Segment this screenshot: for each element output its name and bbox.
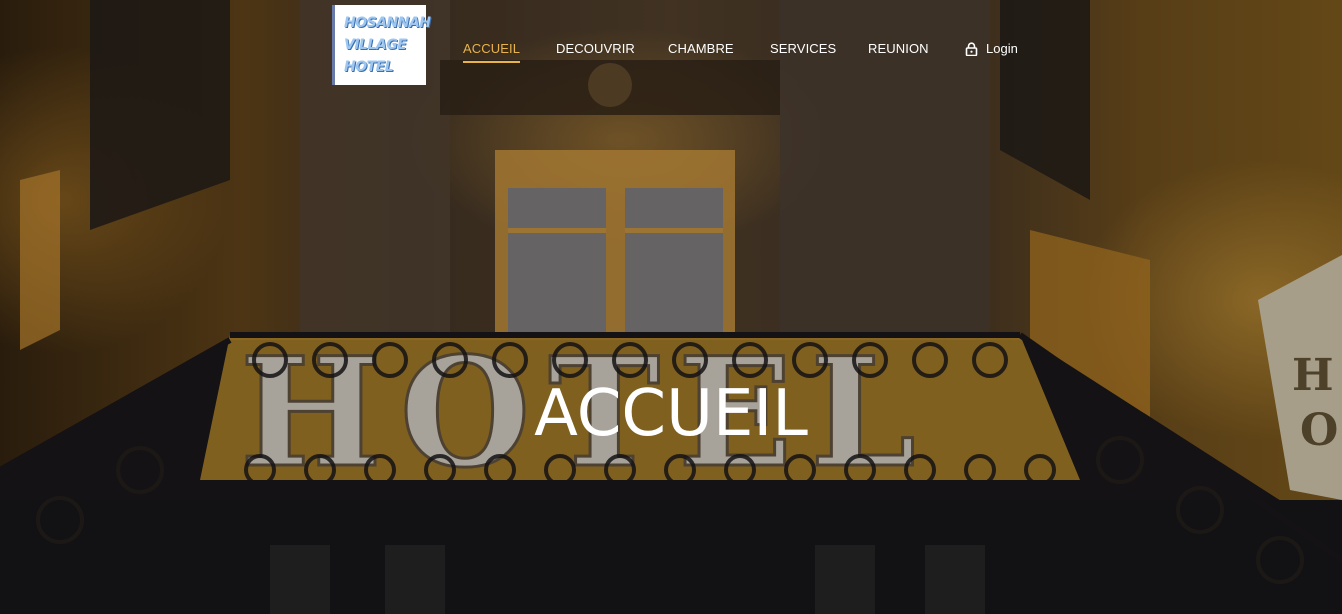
lock-icon <box>965 41 978 56</box>
nav-item-services[interactable]: SERVICES <box>770 41 836 56</box>
hero-background-image: H O HOTEL <box>0 0 1342 614</box>
login-link[interactable]: Login <box>965 41 1018 56</box>
nav-item-accueil[interactable]: ACCUEIL <box>463 41 521 63</box>
nav-item-reunion[interactable]: REUNION <box>868 41 929 56</box>
logo-text-line-1: HOSANNAH <box>344 15 431 31</box>
hero-dark-overlay <box>0 0 1342 614</box>
hero-title: ACCUEIL <box>534 376 808 451</box>
login-label: Login <box>986 41 1018 56</box>
site-logo[interactable]: HOSANNAH VILLAGE HOTEL <box>332 5 431 85</box>
nav-item-chambre[interactable]: CHAMBRE <box>668 41 734 56</box>
logo-text-line-3: HOTEL <box>344 59 394 75</box>
nav-item-decouvrir[interactable]: DECOUVRIR <box>556 41 635 56</box>
logo-text-line-2: VILLAGE <box>344 37 407 53</box>
